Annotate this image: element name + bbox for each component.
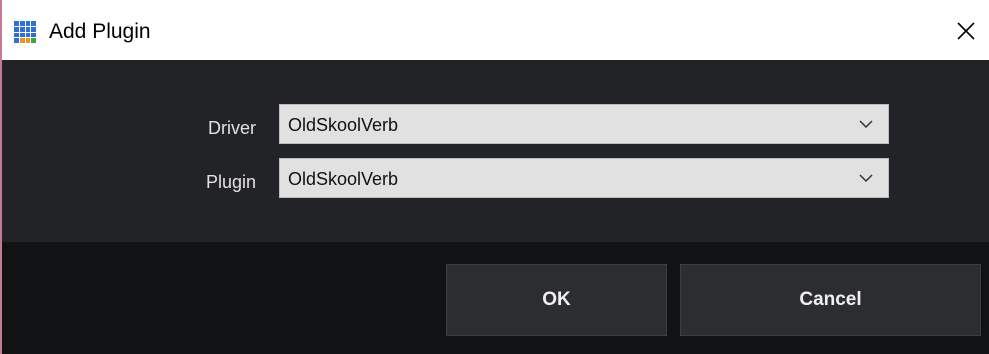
driver-select[interactable]: OldSkoolVerb [279,104,889,144]
chevron-down-icon [859,174,873,183]
cancel-button[interactable]: Cancel [680,264,981,336]
plugin-select[interactable]: OldSkoolVerb [279,158,889,198]
close-button[interactable] [949,14,983,48]
ok-button[interactable]: OK [446,264,667,336]
driver-label: Driver [208,118,256,138]
plugin-select-value: OldSkoolVerb [288,169,399,189]
chevron-down-icon [859,120,873,129]
app-grid-icon [14,21,36,43]
close-icon [957,22,975,40]
driver-select-value: OldSkoolVerb [288,115,399,135]
plugin-label: Plugin [205,172,256,192]
add-plugin-dialog: Add Plugin Driver OldSkoolVerb Plugin Ol… [0,0,989,354]
title-bar[interactable]: Add Plugin [2,0,989,60]
window-title: Add Plugin [49,20,151,43]
form-panel [2,60,989,242]
